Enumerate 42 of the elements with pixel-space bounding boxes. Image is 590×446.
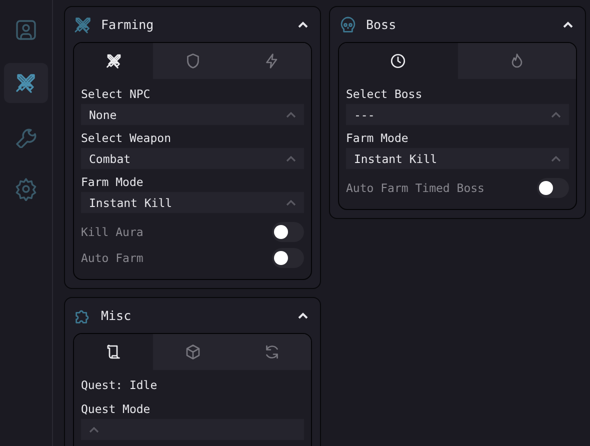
clock-icon bbox=[389, 52, 408, 70]
caret-icon bbox=[286, 156, 296, 162]
field-label: Farm Mode bbox=[346, 131, 410, 145]
caret-icon bbox=[298, 21, 308, 28]
toggle-switch[interactable] bbox=[272, 222, 304, 242]
tab[interactable] bbox=[74, 43, 153, 79]
field-label: Select Boss bbox=[346, 87, 424, 101]
caret-icon bbox=[89, 426, 99, 432]
status-text: Quest: Idle bbox=[81, 378, 158, 392]
caret-icon bbox=[298, 312, 308, 319]
crossed-swords-icon bbox=[73, 14, 93, 34]
field-label: Select NPC bbox=[81, 87, 152, 101]
sidebar-item[interactable] bbox=[4, 63, 48, 103]
skull-icon bbox=[338, 14, 358, 34]
dropdown-field[interactable]: None bbox=[81, 104, 304, 125]
caret-icon bbox=[551, 112, 561, 118]
caret-icon bbox=[563, 21, 573, 28]
dropdown-field[interactable]: Combat bbox=[81, 148, 304, 169]
field-label: Select Weapon bbox=[81, 131, 172, 145]
dropdown-field[interactable] bbox=[81, 419, 304, 440]
crossed-swords-icon bbox=[104, 52, 122, 70]
crossed-swords-icon bbox=[14, 71, 38, 95]
toggle-switch[interactable] bbox=[537, 178, 569, 198]
toggle-switch[interactable] bbox=[272, 248, 304, 268]
panel-title: Boss bbox=[366, 17, 398, 32]
caret-icon bbox=[551, 156, 561, 162]
toggle-label: Auto Farm bbox=[81, 251, 144, 265]
field-label: Quest Mode bbox=[81, 402, 152, 416]
toggle-label: Auto Farm Timed Boss bbox=[346, 181, 484, 195]
dropdown-field[interactable]: Instant Kill bbox=[346, 148, 569, 169]
toggle-label: Kill Aura bbox=[81, 225, 144, 239]
user-icon bbox=[14, 18, 38, 42]
dropdown-field[interactable]: Instant Kill bbox=[81, 192, 304, 213]
scroll-icon bbox=[104, 343, 122, 361]
panel-title: Misc bbox=[101, 308, 132, 323]
cube-icon bbox=[184, 343, 202, 361]
panel-title: Farming bbox=[101, 17, 155, 32]
settings-icon bbox=[14, 177, 38, 201]
dropdown-field[interactable]: --- bbox=[346, 104, 569, 125]
caret-icon bbox=[286, 112, 296, 118]
field-label: Farm Mode bbox=[81, 175, 144, 189]
caret-icon bbox=[286, 200, 296, 206]
